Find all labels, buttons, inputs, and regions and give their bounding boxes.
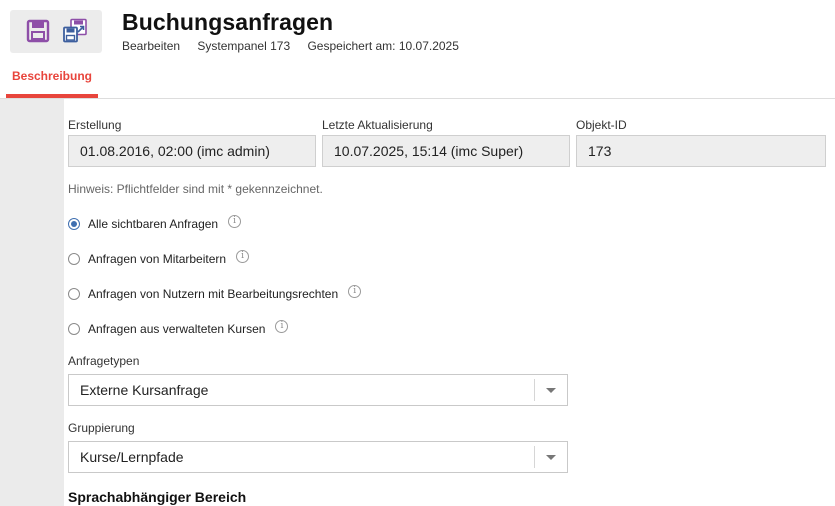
created-label: Erstellung: [68, 118, 122, 132]
required-fields-hint: Hinweis: Pflichtfelder sind mit * gekenn…: [68, 182, 323, 196]
page-title: Buchungsanfragen: [122, 9, 334, 35]
meta-mode: Bearbeiten: [122, 39, 181, 53]
radio-all-visible-requests[interactable]: Alle sichtbaren Anfragen i: [68, 214, 242, 234]
radio-label: Anfragen von Mitarbeitern: [88, 252, 227, 266]
header-divider: [0, 98, 835, 99]
radio-button[interactable]: [68, 288, 80, 300]
grouping-select[interactable]: Kurse/Lernpfade: [68, 441, 568, 473]
radio-employee-requests[interactable]: Anfragen von Mitarbeitern i: [68, 249, 250, 269]
radio-managed-course-requests[interactable]: Anfragen aus verwalteten Kursen i: [68, 319, 289, 339]
info-icon[interactable]: i: [228, 214, 242, 228]
page-meta: Bearbeiten Systempanel 173 Gespeichert a…: [122, 39, 473, 53]
radio-button[interactable]: [68, 323, 80, 335]
radio-editor-requests[interactable]: Anfragen von Nutzern mit Bearbeitungsrec…: [68, 284, 362, 304]
info-icon[interactable]: i: [236, 249, 250, 263]
object-id-field: 173: [576, 135, 826, 167]
radio-button[interactable]: [68, 218, 80, 230]
info-icon[interactable]: i: [348, 284, 362, 298]
radio-button[interactable]: [68, 253, 80, 265]
request-types-select[interactable]: Externe Kursanfrage: [68, 374, 568, 406]
tab-beschreibung[interactable]: Beschreibung: [6, 63, 98, 98]
created-field: 01.08.2016, 02:00 (imc admin): [68, 135, 316, 167]
object-id-label: Objekt-ID: [576, 118, 627, 132]
select-divider: [534, 379, 535, 401]
floppy-disk-icon: [26, 19, 50, 43]
radio-label: Anfragen aus verwalteten Kursen: [88, 322, 266, 336]
meta-object: Systempanel 173: [197, 39, 291, 53]
request-types-label: Anfragetypen: [68, 354, 140, 368]
last-updated-field: 10.07.2025, 15:14 (imc Super): [322, 135, 570, 167]
last-updated-label: Letzte Aktualisierung: [322, 118, 433, 132]
save-button[interactable]: [23, 16, 53, 46]
language-section-heading: Sprachabhängiger Bereich: [68, 489, 247, 505]
meta-saved-date: Gespeichert am: 10.07.2025: [307, 39, 459, 53]
save-as-copy-icon: [63, 18, 87, 43]
select-value: Externe Kursanfrage: [80, 382, 209, 398]
grouping-label: Gruppierung: [68, 421, 135, 435]
chevron-down-icon[interactable]: [546, 455, 556, 460]
save-as-button[interactable]: [60, 16, 90, 46]
chevron-down-icon[interactable]: [546, 388, 556, 393]
select-divider: [534, 446, 535, 468]
toolbar: [10, 10, 102, 53]
radio-label: Anfragen von Nutzern mit Bearbeitungsrec…: [88, 287, 339, 301]
select-value: Kurse/Lernpfade: [80, 449, 184, 465]
radio-label: Alle sichtbaren Anfragen: [88, 217, 219, 231]
left-gutter: [0, 99, 64, 506]
info-icon[interactable]: i: [275, 319, 289, 333]
